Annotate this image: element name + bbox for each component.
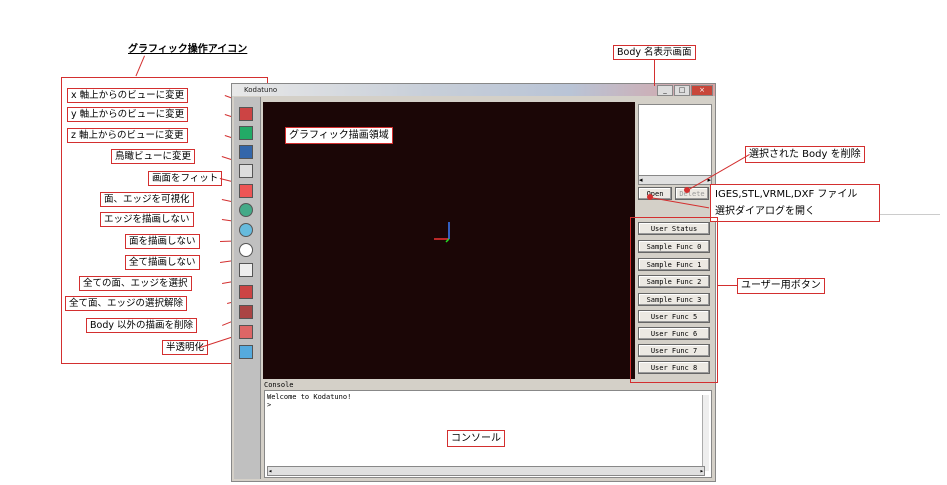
console-vscroll[interactable]	[702, 395, 709, 471]
x-axis-view-icon[interactable]	[239, 107, 253, 121]
label-select-all: 全ての面、エッジを選択	[79, 276, 192, 291]
icons-annotation-title: グラフィック操作アイコン	[128, 44, 248, 55]
user-buttons-annotation: ユーザー用ボタン	[737, 278, 825, 294]
select-all-icon[interactable]	[239, 285, 253, 299]
icons-title-leader	[135, 55, 145, 77]
maximize-button[interactable]: □	[674, 85, 690, 96]
open-dialog-line1: IGES,STL,VRML,DXF ファイル	[715, 189, 858, 200]
console-line-welcome: Welcome to Kodatuno!	[267, 393, 352, 401]
label-deselect-all: 全て面、エッジの選択解除	[65, 296, 188, 311]
console-annotation: コンソール	[447, 430, 505, 447]
body-list-hscroll[interactable]: ◂ ▸	[638, 175, 712, 185]
label-z-axis-view: z 軸上からのビューに変更	[67, 128, 188, 143]
deselect-all-icon[interactable]	[239, 305, 253, 319]
close-button[interactable]: ×	[691, 85, 713, 96]
clear-non-body-icon[interactable]	[239, 325, 253, 339]
label-hide-all: 全て描画しない	[125, 255, 200, 270]
open-dialog-dot	[647, 194, 653, 200]
hide-faces-icon[interactable]	[239, 243, 253, 257]
graphics-toolbar	[234, 97, 261, 479]
hide-edges-icon[interactable]	[239, 223, 253, 237]
birds-eye-view-icon[interactable]	[239, 164, 253, 178]
label-clear-non-body: Body 以外の描画を削除	[86, 318, 198, 333]
translucent-icon[interactable]	[239, 345, 253, 359]
minimize-button[interactable]: _	[657, 85, 673, 96]
fit-screen-icon[interactable]	[239, 184, 253, 198]
window-title: Kodatuno	[244, 86, 278, 94]
user-buttons-frame	[630, 217, 718, 383]
delete-button[interactable]: Delete	[675, 187, 709, 200]
title-bar: Kodatuno _ □ ×	[232, 84, 715, 96]
delete-body-annotation: 選択された Body を削除	[745, 146, 865, 163]
open-dialog-tail	[880, 214, 940, 215]
delete-body-dot	[684, 187, 690, 193]
y-axis-view-icon[interactable]	[239, 126, 253, 140]
console-prompt: >	[267, 401, 272, 409]
console-label: Console	[264, 381, 294, 389]
console-hscroll[interactable]: ◂ ▸	[267, 466, 705, 476]
label-hide-faces: 面を描画しない	[125, 234, 200, 249]
label-show-faces-edges: 面、エッジを可視化	[100, 192, 194, 207]
label-hide-edges: エッジを描画しない	[100, 212, 194, 227]
body-name-list[interactable]	[638, 104, 712, 176]
open-dialog-line2: 選択ダイアログを開く	[715, 206, 815, 217]
body-area-annotation: Body 名表示画面	[613, 45, 696, 60]
label-y-axis-view: y 軸上からのビューに変更	[67, 107, 189, 122]
graphics-area-annotation: グラフィック描画領域	[285, 127, 393, 144]
body-area-leader	[654, 60, 655, 86]
user-buttons-leader	[718, 285, 737, 286]
show-faces-edges-icon[interactable]	[239, 203, 253, 217]
open-dialog-annotation: IGES,STL,VRML,DXF ファイル 選択ダイアログを開く	[710, 184, 880, 222]
label-birds-eye-view: 鳥瞰ビューに変更	[111, 149, 196, 164]
label-x-axis-view: x 軸上からのビューに変更	[67, 88, 189, 103]
label-fit-screen: 画面をフィット	[148, 171, 223, 186]
z-axis-view-icon[interactable]	[239, 145, 253, 159]
hide-all-icon[interactable]	[239, 263, 253, 277]
